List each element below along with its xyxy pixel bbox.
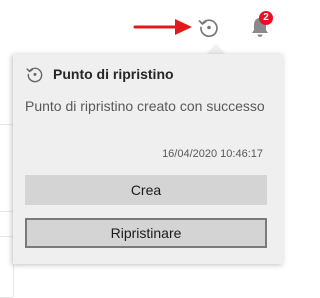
popup-timestamp: 16/04/2020 10:46:17 — [162, 148, 263, 160]
restore-clock-icon — [198, 19, 218, 38]
restore-clock-icon — [26, 67, 43, 83]
restore-button[interactable]: Ripristinare — [25, 218, 267, 248]
notification-count-badge: 2 — [259, 11, 273, 25]
annotation-arrow — [133, 19, 192, 35]
background-card — [0, 236, 14, 298]
restore-point-button[interactable] — [196, 14, 222, 40]
popup-message: Punto di ripristino creato con successo — [25, 98, 265, 114]
background-card — [0, 124, 14, 212]
popup-title: Punto di ripristino — [53, 66, 174, 82]
restore-point-popup: Punto di ripristino Punto di ripristino … — [13, 54, 283, 264]
popup-header: Punto di ripristino — [25, 64, 174, 84]
create-button[interactable]: Crea — [25, 175, 267, 205]
